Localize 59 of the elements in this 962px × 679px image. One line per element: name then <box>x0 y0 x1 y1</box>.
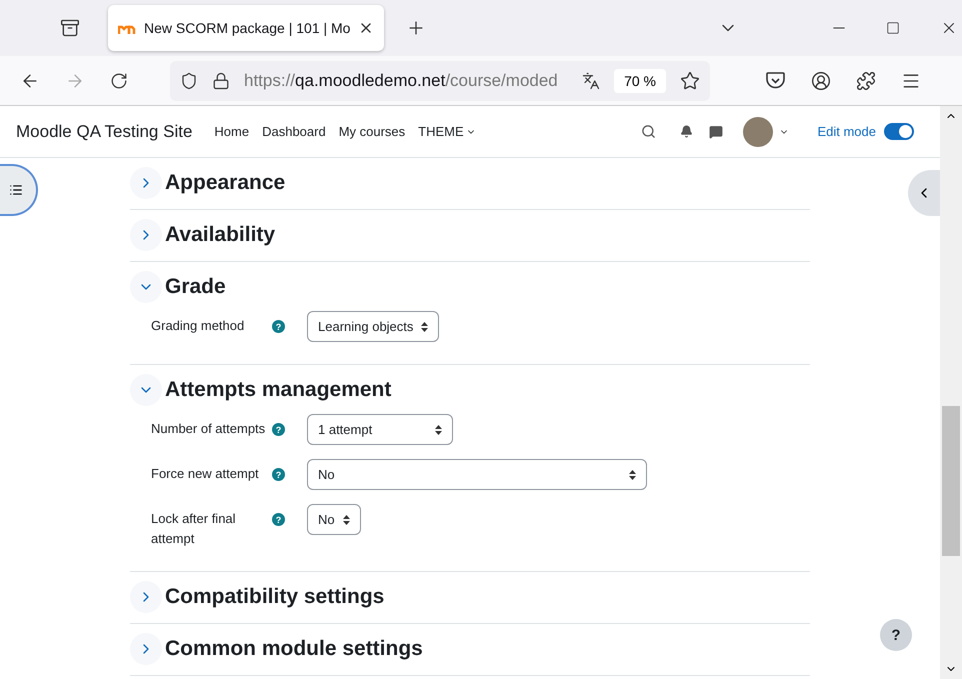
help-icon[interactable]: ? <box>272 423 285 436</box>
index-drawer-button[interactable] <box>0 164 38 216</box>
tab-tray-icon[interactable] <box>60 18 80 38</box>
help-icon[interactable]: ? <box>272 513 285 526</box>
url-text: https://qa.moodledemo.net/course/moded <box>244 70 559 90</box>
field-label: Grading method <box>151 317 246 335</box>
section-title[interactable]: Availability <box>165 222 276 246</box>
edit-mode-switch[interactable] <box>884 123 914 140</box>
extensions-icon[interactable] <box>856 70 876 90</box>
expand-toggle[interactable] <box>130 166 162 198</box>
maximize-icon[interactable] <box>886 21 900 35</box>
nav-dropdown[interactable]: THEME <box>418 124 476 139</box>
select-field[interactable]: No <box>307 459 647 490</box>
browser-tab[interactable]: New SCORM package | 101 | Mo <box>108 5 384 51</box>
avatar[interactable] <box>743 116 774 146</box>
help-icon[interactable]: ? <box>272 320 285 333</box>
section-title[interactable]: Appearance <box>165 170 286 194</box>
select-field[interactable]: Learning objects <box>307 311 440 342</box>
field-label: Force new attempt <box>151 465 260 483</box>
help-button[interactable]: ? <box>880 619 912 651</box>
section-title[interactable]: Grade <box>165 274 226 298</box>
nav-link[interactable]: My courses <box>338 124 406 139</box>
translate-icon[interactable] <box>582 72 600 90</box>
account-icon[interactable] <box>811 70 831 90</box>
expand-toggle[interactable] <box>130 374 162 406</box>
bell-icon[interactable] <box>680 125 694 138</box>
search-icon[interactable] <box>641 124 656 139</box>
section-title[interactable]: Attempts management <box>165 378 392 402</box>
select-arrows-icon <box>421 322 428 332</box>
select-field[interactable]: 1 attempt <box>307 414 453 445</box>
shield-icon <box>180 72 198 90</box>
section-title[interactable]: Compatibility settings <box>165 584 384 608</box>
field-label: Lock after final attempt <box>151 510 237 548</box>
chat-icon[interactable] <box>709 124 724 138</box>
edit-mode-label: Edit mode <box>817 124 876 139</box>
list-icon <box>9 183 23 197</box>
scroll-thumb[interactable] <box>942 406 960 556</box>
expand-toggle[interactable] <box>130 218 162 250</box>
section-title[interactable]: Common module settings <box>165 636 423 660</box>
expand-toggle[interactable] <box>130 270 162 302</box>
pocket-icon[interactable] <box>766 72 785 89</box>
nav-link[interactable]: Home <box>214 124 250 139</box>
scrollbar[interactable] <box>940 106 962 679</box>
tab-title: New SCORM package | 101 | Mo <box>144 20 350 36</box>
site-name[interactable]: Moodle QA Testing Site <box>16 122 192 142</box>
zoom-level[interactable]: 70 % <box>614 68 666 92</box>
reload-icon[interactable] <box>110 72 128 90</box>
select-field[interactable]: No <box>307 504 361 535</box>
select-arrows-icon <box>629 470 636 480</box>
lock-icon <box>212 72 230 90</box>
expand-toggle[interactable] <box>130 580 162 612</box>
select-arrows-icon <box>435 424 442 434</box>
star-icon[interactable] <box>680 70 700 90</box>
select-arrows-icon <box>342 514 350 524</box>
nav-link[interactable]: Dashboard <box>262 124 326 139</box>
help-icon[interactable]: ? <box>272 468 285 481</box>
field-label: Number of attempts <box>151 420 266 438</box>
expand-toggle[interactable] <box>130 632 162 664</box>
address-bar[interactable]: https://qa.moodledemo.net/course/moded 70 % <box>170 60 710 100</box>
